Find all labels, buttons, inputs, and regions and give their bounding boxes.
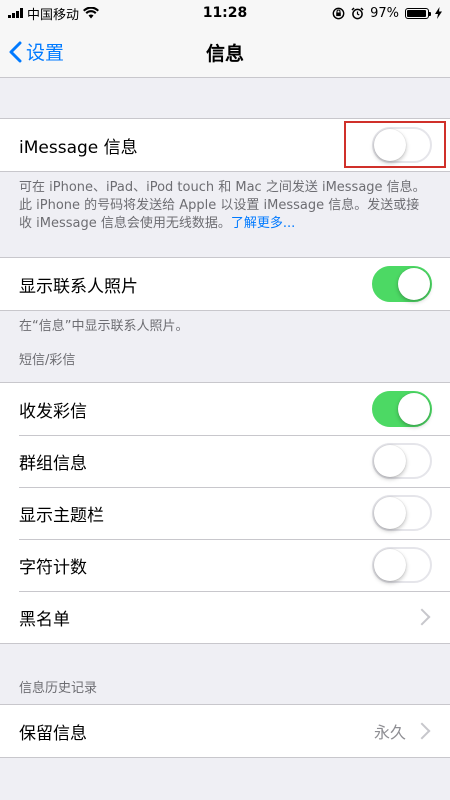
toggle-knob [374,497,406,529]
alarm-icon [351,6,364,19]
charging-icon [435,7,442,19]
character-count-label: 字符计数 [19,557,87,578]
imessage-group: iMessage 信息 [0,118,450,172]
imessage-label: iMessage 信息 [19,137,138,158]
keep-messages-row[interactable]: 保留信息 永久 [0,705,450,757]
keep-messages-label: 保留信息 [19,723,87,744]
imessage-row: iMessage 信息 [0,119,450,171]
toggle-knob [374,445,406,477]
subject-field-row: 显示主题栏 [0,487,450,539]
toggle-knob [374,129,406,161]
battery-fill [407,9,427,17]
history-group: 保留信息 永久 [0,704,450,758]
blocked-row[interactable]: 黑名单 [0,591,450,643]
status-bar: 中国移动 11:28 97% [0,0,450,26]
sms-mms-header: 短信/彩信 [19,353,76,368]
character-count-row: 字符计数 [0,539,450,591]
contact-photos-label: 显示联系人照片 [19,276,138,297]
contact-photos-toggle[interactable] [372,266,432,302]
blocked-label: 黑名单 [19,609,70,630]
contact-photos-group: 显示联系人照片 [0,257,450,311]
rotation-lock-icon [332,7,345,19]
imessage-footer-text: 可在 iPhone、iPad、iPod touch 和 Mac 之间发送 iMe… [19,180,426,231]
toggle-knob [374,549,406,581]
imessage-footer: 可在 iPhone、iPad、iPod touch 和 Mac 之间发送 iMe… [0,172,450,257]
mms-label: 收发彩信 [19,401,87,422]
keep-messages-value: 永久 [373,723,406,742]
chevron-right-icon [413,608,431,626]
battery-percent: 97% [370,5,399,21]
page-title: 信息 [205,43,244,65]
group-messaging-toggle[interactable] [372,443,432,479]
chevron-right-icon [413,722,431,740]
history-header: 信息历史记录 [19,681,98,696]
character-count-toggle[interactable] [372,547,432,583]
learn-more-link[interactable]: 了解更多... [231,216,295,231]
contact-photos-footer: 在“信息”中显示联系人照片。 [19,319,189,334]
settings-content: iMessage 信息 可在 iPhone、iPad、iPod touch 和 … [0,78,450,800]
mms-row: 收发彩信 [0,383,450,435]
sms-mms-group: 收发彩信 群组信息 显示主题栏 字符计数 黑名单 [0,382,450,644]
toggle-knob [398,268,430,300]
toggle-knob [398,393,430,425]
subject-field-toggle[interactable] [372,495,432,531]
group-messaging-row: 群组信息 [0,435,450,487]
imessage-toggle[interactable] [372,127,432,163]
subject-field-label: 显示主题栏 [19,505,104,526]
nav-bar: 设置 信息 [0,26,450,78]
status-right: 97% [332,6,442,21]
contact-photos-row: 显示联系人照片 [0,258,450,310]
group-messaging-label: 群组信息 [19,453,87,474]
mms-toggle[interactable] [372,391,432,427]
battery-icon [405,7,431,19]
